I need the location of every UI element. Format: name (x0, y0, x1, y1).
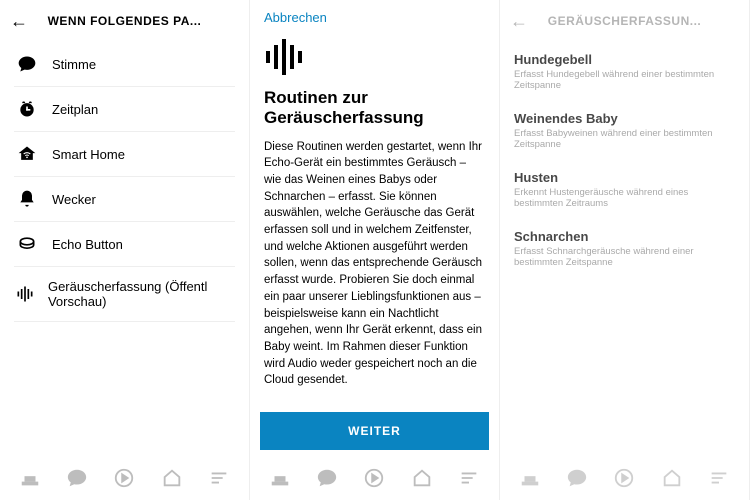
tab-more-icon[interactable] (208, 467, 230, 494)
sound-wave-icon (264, 39, 485, 80)
tab-devices-icon[interactable] (411, 467, 433, 494)
smarthome-icon (14, 144, 40, 164)
header: ← WENN FOLGENDES PA... (0, 0, 249, 42)
tab-more-icon[interactable] (458, 467, 480, 494)
tab-home-icon[interactable] (519, 467, 541, 494)
trigger-label: Echo Button (52, 237, 123, 252)
tab-bar (500, 460, 749, 500)
detect-baby-crying[interactable]: Weinendes Baby Erfasst Babyweinen währen… (514, 101, 735, 160)
tab-home-icon[interactable] (19, 467, 41, 494)
cancel-link[interactable]: Abbrechen (250, 0, 499, 35)
trigger-label: Wecker (52, 192, 96, 207)
clock-icon (14, 99, 40, 119)
trigger-label: Smart Home (52, 147, 125, 162)
detect-title: Husten (514, 170, 735, 185)
intro-body: Diese Routinen werden gestartet, wenn Ih… (250, 139, 499, 389)
page-title: WENN FOLGENDES PA... (32, 14, 217, 28)
detect-subtitle: Erfasst Hundegebell während einer bestim… (514, 69, 735, 91)
detect-subtitle: Erfasst Babyweinen während einer bestimm… (514, 128, 735, 150)
trigger-alarm[interactable]: Wecker (14, 177, 235, 222)
tab-chat-icon[interactable] (566, 467, 588, 494)
tab-play-icon[interactable] (113, 467, 135, 494)
sound-wave-icon (14, 284, 36, 304)
trigger-label: Zeitplan (52, 102, 98, 117)
detect-dog-bark[interactable]: Hundegebell Erfasst Hundegebell während … (514, 42, 735, 101)
trigger-sound-detection[interactable]: Geräuscherfassung (Öffentl Vorschau) (14, 267, 235, 322)
trigger-voice[interactable]: Stimme (14, 42, 235, 87)
tab-devices-icon[interactable] (161, 467, 183, 494)
back-icon[interactable]: ← (10, 11, 32, 32)
detect-subtitle: Erfasst Schnarchgeräusche während einer … (514, 246, 735, 268)
intro-title: Routinen zur Geräuscherfassung (250, 88, 499, 139)
detect-subtitle: Erkennt Hustengeräusche während eines be… (514, 187, 735, 209)
detect-title: Hundegebell (514, 52, 735, 67)
detect-title: Weinendes Baby (514, 111, 735, 126)
bell-icon (14, 189, 40, 209)
tab-chat-icon[interactable] (316, 467, 338, 494)
tab-home-icon[interactable] (269, 467, 291, 494)
trigger-schedule[interactable]: Zeitplan (14, 87, 235, 132)
tab-chat-icon[interactable] (66, 467, 88, 494)
detect-cough[interactable]: Husten Erkennt Hustengeräusche während e… (514, 160, 735, 219)
screen-sound-routines-intro: Abbrechen Routinen zur Geräuscherfassung… (250, 0, 500, 500)
page-title: GERÄUSCHERFASSUN... (532, 14, 717, 28)
trigger-list: Stimme Zeitplan Smart Home Wecker Echo B… (0, 42, 249, 460)
detection-list: Hundegebell Erfasst Hundegebell während … (500, 42, 749, 460)
trigger-echo-button[interactable]: Echo Button (14, 222, 235, 267)
trigger-smarthome[interactable]: Smart Home (14, 132, 235, 177)
detect-snoring[interactable]: Schnarchen Erfasst Schnarchgeräusche wäh… (514, 219, 735, 278)
tab-devices-icon[interactable] (661, 467, 683, 494)
tab-bar (250, 460, 499, 500)
header: ← GERÄUSCHERFASSUN... (500, 0, 749, 42)
back-icon[interactable]: ← (510, 11, 532, 32)
tab-more-icon[interactable] (708, 467, 730, 494)
tab-play-icon[interactable] (613, 467, 635, 494)
continue-button[interactable]: WEITER (260, 412, 489, 450)
tab-play-icon[interactable] (363, 467, 385, 494)
detect-title: Schnarchen (514, 229, 735, 244)
speech-bubble-icon (14, 54, 40, 74)
screen-sound-detection-list: ← GERÄUSCHERFASSUN... Hundegebell Erfass… (500, 0, 750, 500)
echo-button-icon (14, 234, 40, 254)
trigger-label: Stimme (52, 57, 96, 72)
screen-trigger-list: ← WENN FOLGENDES PA... Stimme Zeitplan S… (0, 0, 250, 500)
tab-bar (0, 460, 249, 500)
trigger-label: Geräuscherfassung (Öffentl Vorschau) (48, 279, 235, 309)
